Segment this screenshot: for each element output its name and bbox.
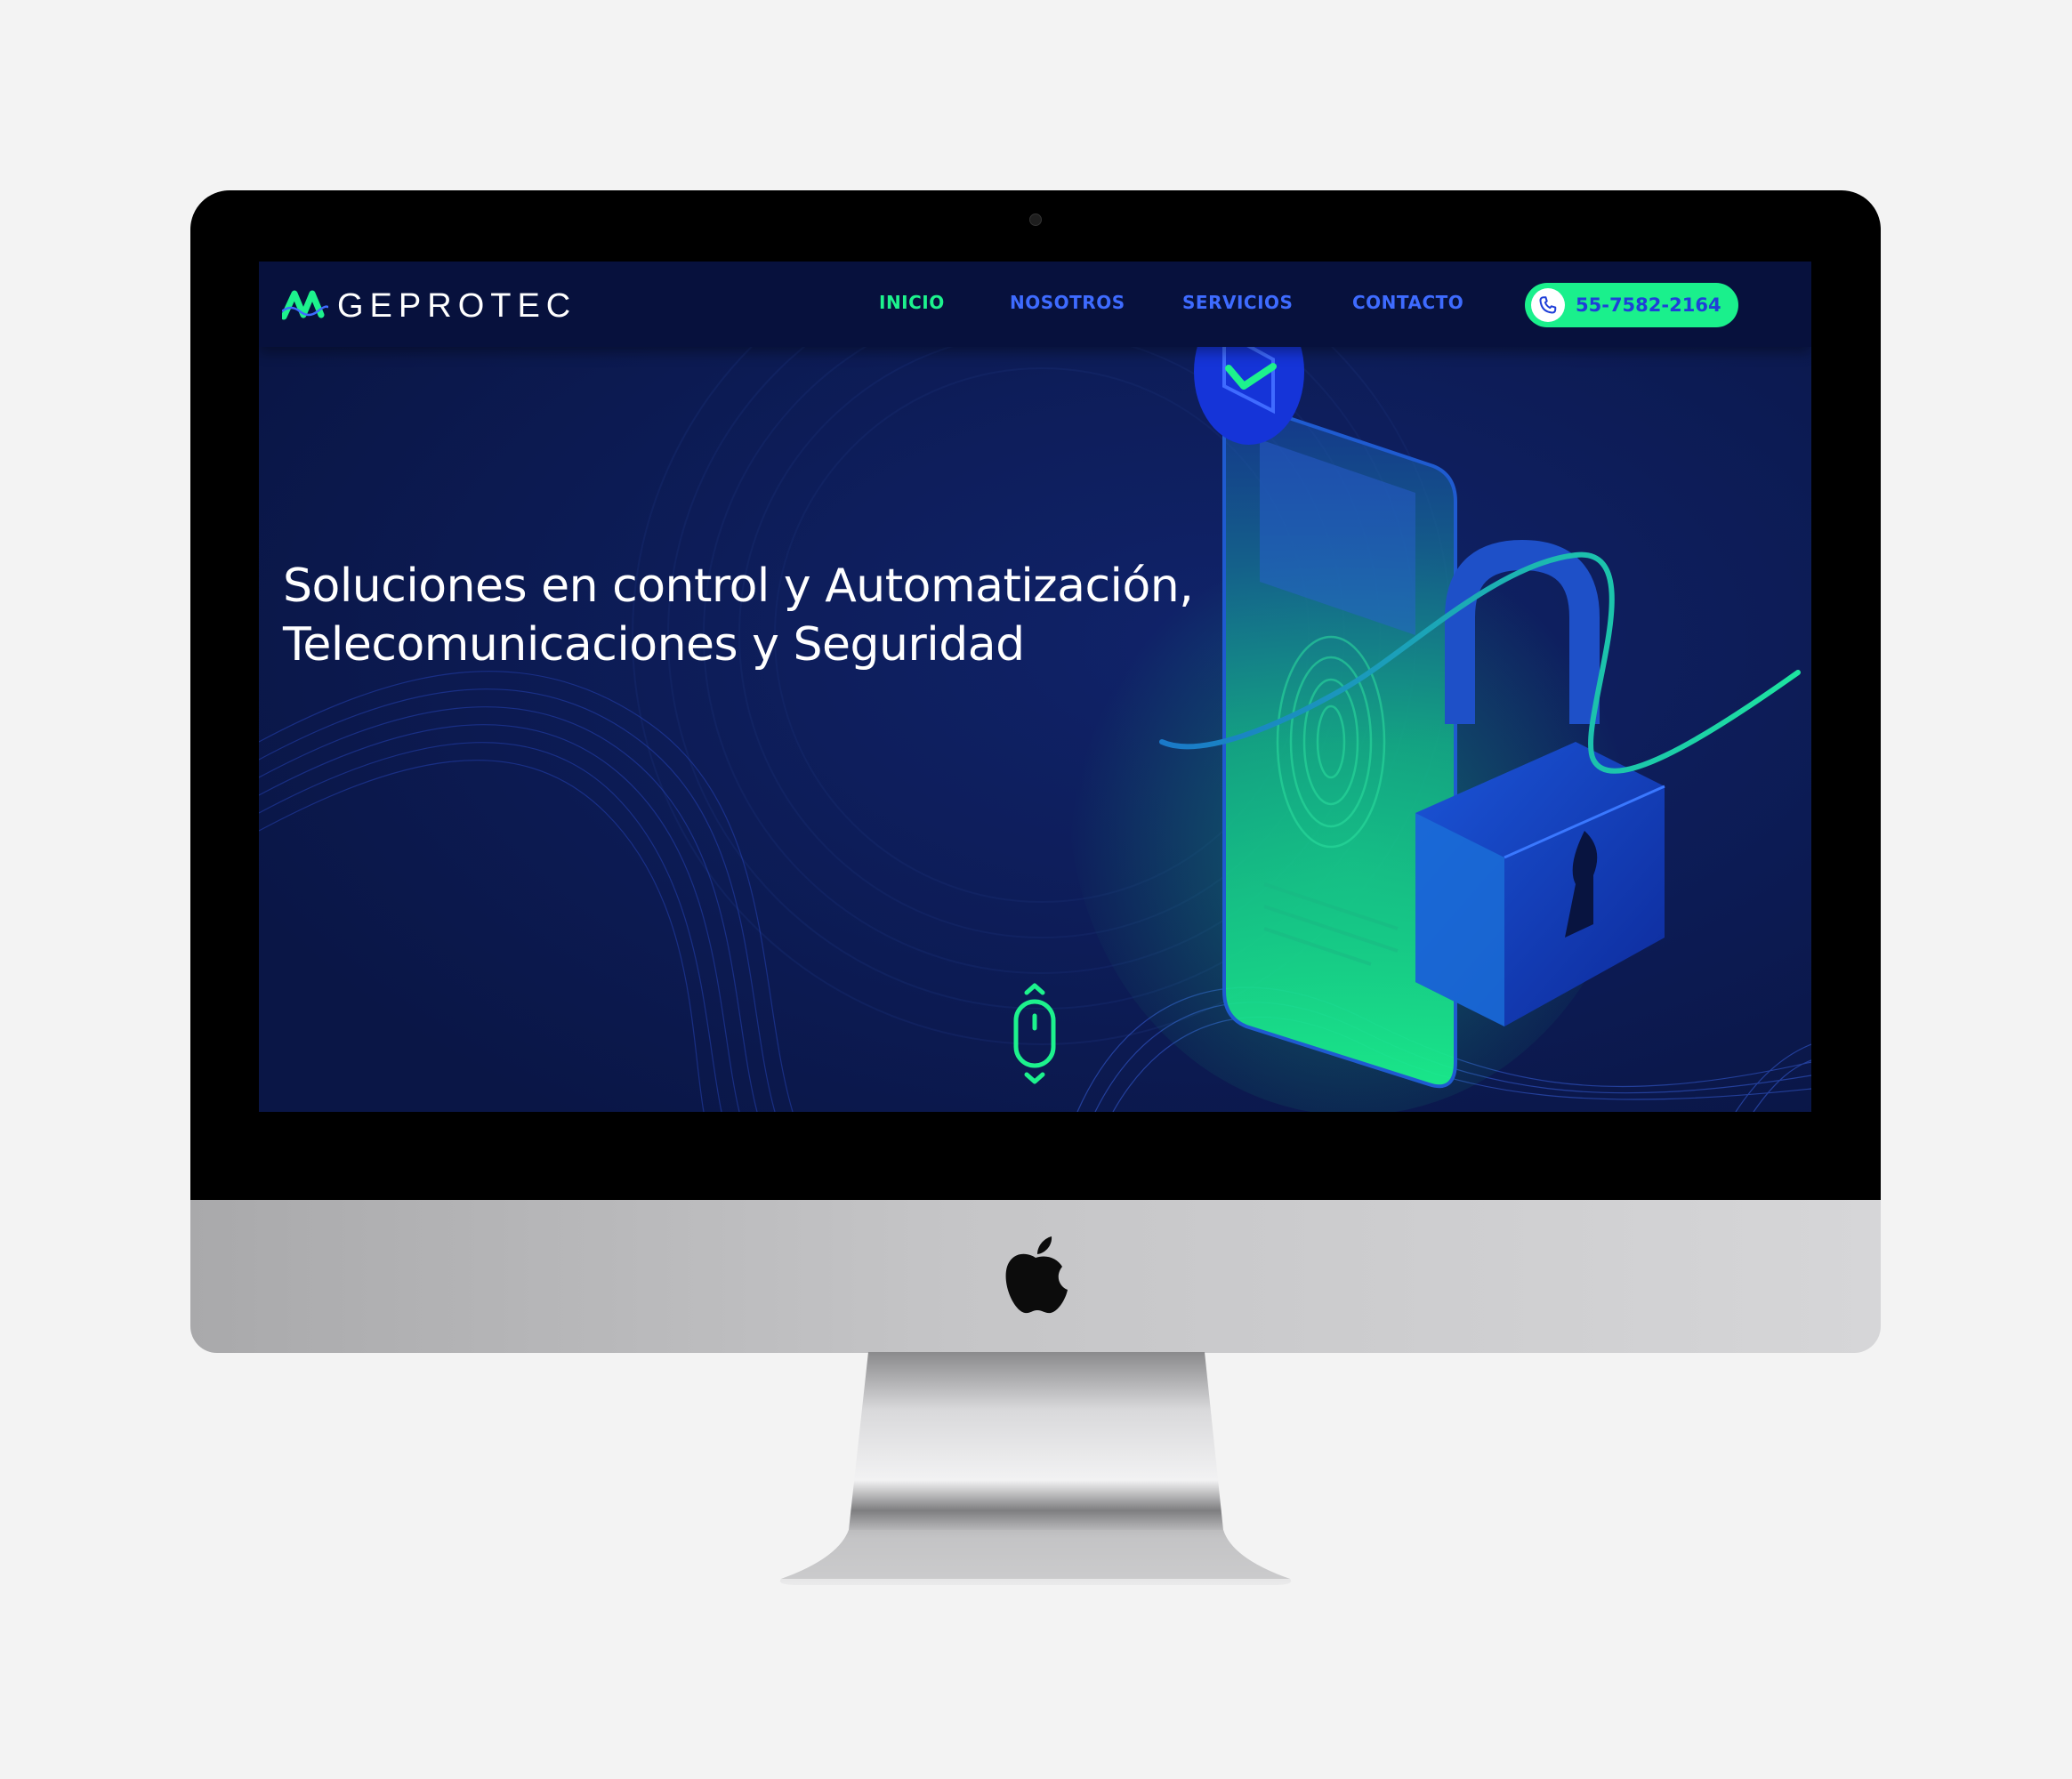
nav-item-servicios[interactable]: SERVICIOS [1182, 292, 1293, 313]
website-screen: GEPROTEC INICIO NOSOTROS SERVICIOS CONTA… [259, 262, 1811, 1112]
mouse-scroll-icon[interactable] [1009, 980, 1060, 1091]
nav-item-contacto[interactable]: CONTACTO [1352, 292, 1463, 313]
phone-icon-badge [1531, 288, 1565, 322]
nav-item-nosotros[interactable]: NOSOTROS [1010, 292, 1125, 313]
camera-icon [1029, 213, 1042, 226]
hero-headline: Soluciones en control y Automatización, … [283, 557, 1262, 674]
logo-wave-icon [282, 290, 328, 320]
brand-logo[interactable]: GEPROTEC [282, 286, 577, 325]
phone-icon [1539, 296, 1557, 314]
phone-button[interactable]: 55-7582-2164 [1525, 283, 1738, 327]
phone-number: 55-7582-2164 [1576, 294, 1721, 316]
monitor-stand [779, 1352, 1292, 1585]
apple-logo-icon [1005, 1236, 1068, 1314]
navigation-bar: GEPROTEC INICIO NOSOTROS SERVICIOS CONTA… [259, 262, 1811, 347]
hero-headline-line2: Telecomunicaciones y Seguridad [283, 618, 1025, 672]
nav-item-inicio[interactable]: INICIO [879, 292, 945, 313]
logo-text: GEPROTEC [337, 286, 577, 325]
hero-headline-line1: Soluciones en control y Automatización, [283, 559, 1194, 613]
